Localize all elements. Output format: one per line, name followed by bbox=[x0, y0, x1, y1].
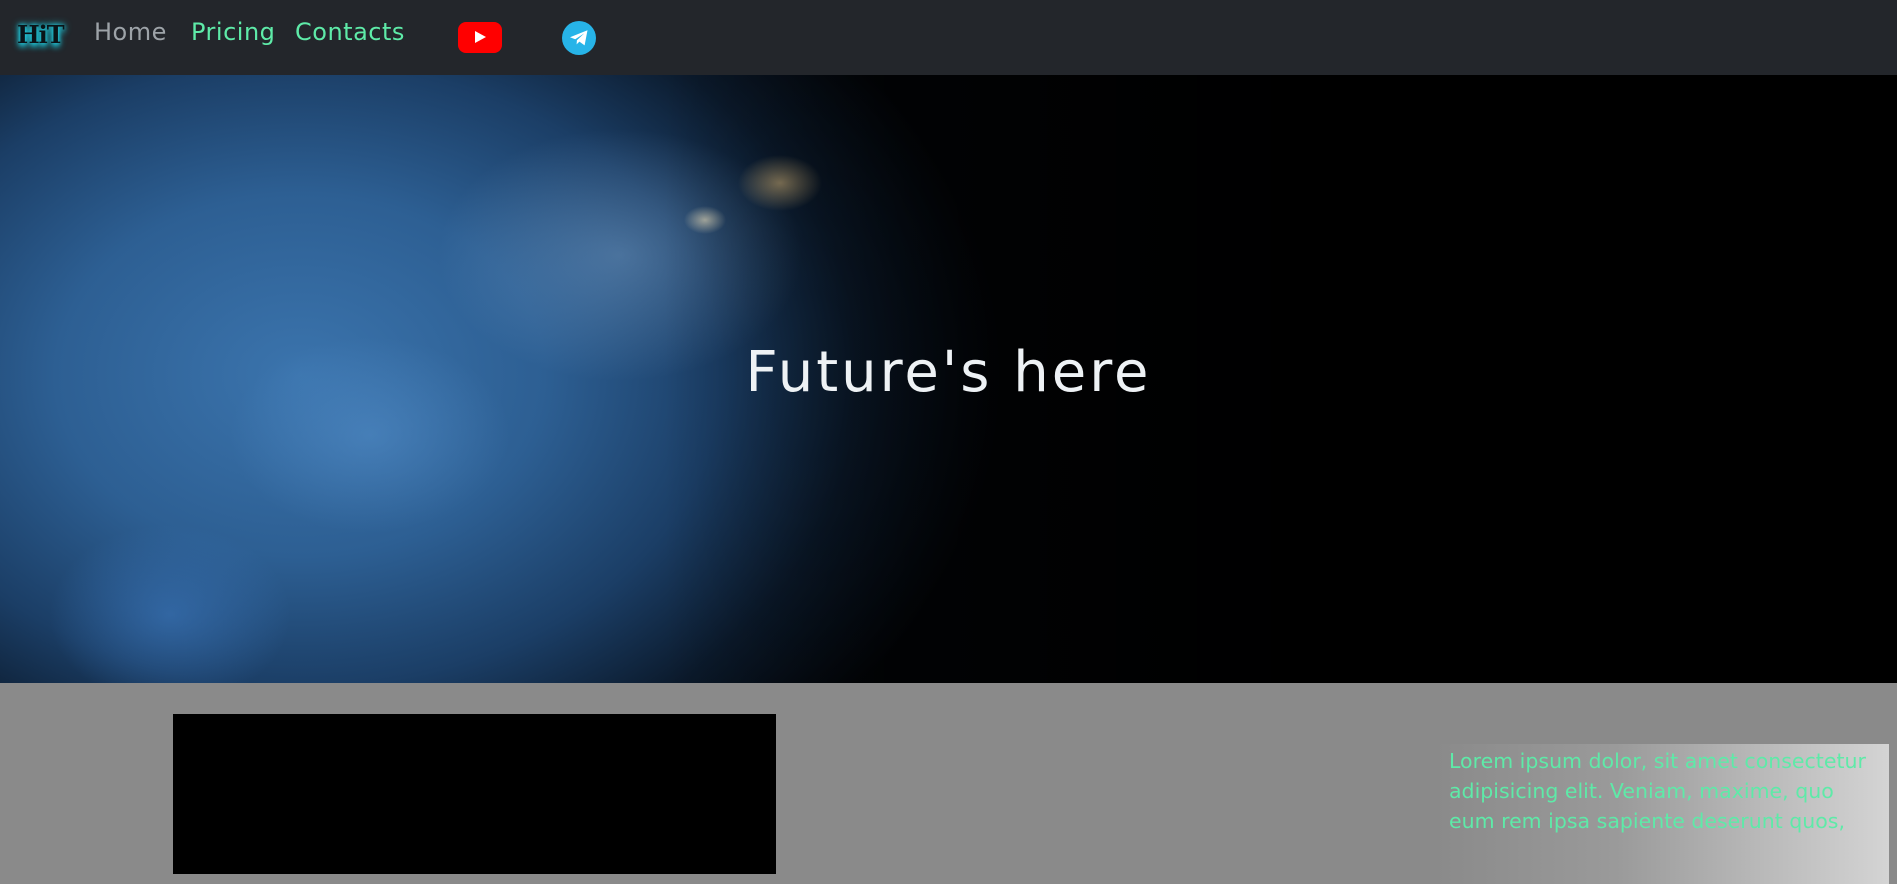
site-logo[interactable]: HiT bbox=[17, 20, 65, 49]
paper-plane-icon bbox=[570, 30, 588, 46]
nav-link-contacts[interactable]: Contacts bbox=[295, 18, 405, 46]
navbar: HiT Home Pricing Contacts bbox=[0, 0, 1897, 75]
text-card: Lorem ipsum dolor, sit amet consectetur … bbox=[1434, 744, 1889, 884]
telegram-icon[interactable] bbox=[562, 21, 596, 55]
hero-title: Future's here bbox=[745, 340, 1152, 405]
play-icon bbox=[475, 31, 486, 43]
nav-link-pricing[interactable]: Pricing bbox=[191, 18, 275, 46]
youtube-icon[interactable] bbox=[458, 22, 502, 53]
hero-banner: Future's here bbox=[0, 75, 1897, 683]
card-text: Lorem ipsum dolor, sit amet consectetur … bbox=[1449, 749, 1866, 833]
nav-link-home[interactable]: Home bbox=[94, 18, 167, 46]
video-player[interactable] bbox=[173, 714, 776, 874]
